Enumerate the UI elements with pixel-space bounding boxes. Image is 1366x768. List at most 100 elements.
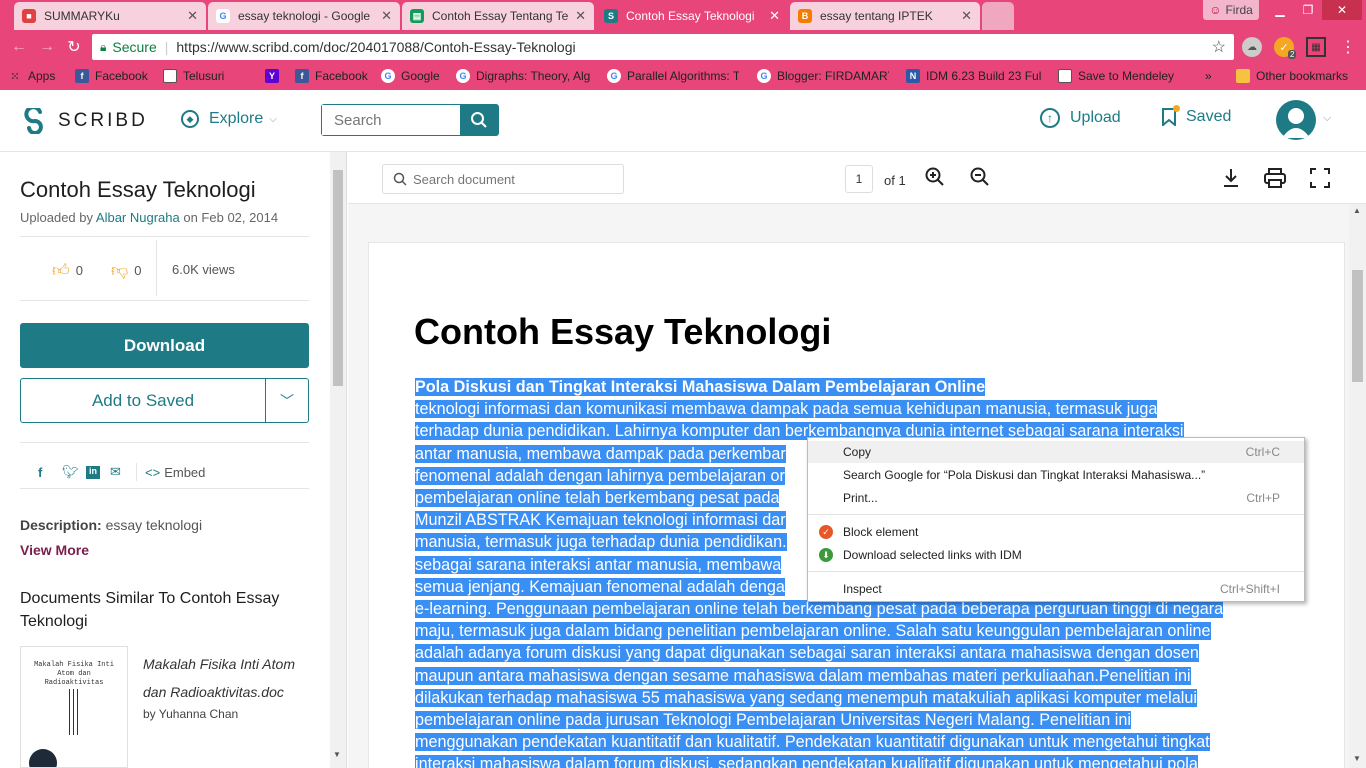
bookmark-digraphs[interactable]: G Digraphs: Theory, Alg [456,69,591,83]
linkedin-icon[interactable]: in [86,465,100,479]
document-search-input[interactable] [413,171,613,187]
download-button[interactable]: Download [20,323,309,368]
scroll-up-arrow-icon[interactable]: ▲ [1353,206,1361,215]
secure-label: Secure [112,39,157,55]
site-search-input[interactable] [322,105,460,135]
context-search-google[interactable]: Search Google for “Pola Diskusi dan Ting… [808,464,1304,486]
viewer-scrollbar[interactable]: ▲ ▼ [1349,204,1366,768]
context-copy[interactable]: Copy Ctrl+C [808,441,1304,463]
forward-button[interactable]: → [36,36,58,58]
minimize-button[interactable]: ▁ [1266,0,1294,20]
close-tab-icon[interactable]: ✕ [769,8,780,24]
saved-button[interactable]: Saved [1162,105,1231,128]
extension-grid-icon[interactable]: ▦ [1306,37,1326,57]
add-to-saved-button[interactable]: Add to Saved [21,379,266,422]
dislike-button[interactable]: 👎︎ 0 [111,260,142,281]
scroll-down-arrow-icon[interactable]: ▼ [333,750,341,759]
divider [20,236,309,237]
twitter-icon[interactable]: 🐦︎ [62,464,79,480]
address-bar[interactable]: 🔒︎ Secure | https://www.scribd.com/doc/2… [92,34,1234,60]
explore-menu[interactable]: ◆ Explore ⌵ [181,110,277,128]
similar-document-title[interactable]: Makalah Fisika Inti Atom dan Radioaktivi… [143,650,313,706]
selected-text: e-learning. Penggunaan pembelajaran onli… [415,600,1224,618]
scrollbar-thumb[interactable] [1352,270,1363,382]
bookmark-star-icon[interactable]: ☆ [1212,37,1226,57]
bookmark-idm[interactable]: N IDM 6.23 Build 23 Ful [906,69,1041,83]
new-tab-button[interactable] [982,2,1014,30]
menu-button[interactable]: ⋮ [1338,36,1358,58]
document-text-line: adalah adanya forum diskusi yang dapat d… [415,642,1199,664]
tab-contoh-essay-tentang[interactable]: ▤ Contoh Essay Tentang Te ✕ [402,2,594,30]
like-button[interactable]: 👍︎ 0 [52,260,83,281]
scribd-icon: S [604,9,618,23]
extension-cloud-icon[interactable]: ☁ [1242,37,1262,57]
bookmark-blogger[interactable]: G Blogger: FIRDAMARY [757,69,889,83]
close-tab-icon[interactable]: ✕ [575,8,586,24]
print-icon [1264,168,1286,188]
selected-text: antar manusia, membawa dampak pada perke… [415,444,786,463]
selected-text: Munzil ABSTRAK Kemajuan teknologi inform… [415,511,786,530]
selected-text: semua jenjang. Kemajuan fenomenal adalah… [415,577,785,596]
selected-text: maju, termasuk juga dalam bidang penelit… [415,622,1211,641]
context-download-idm[interactable]: ⬇ Download selected links with IDM [808,544,1304,566]
scribd-logo[interactable]: SCRIBD [24,108,148,134]
sidebar-scrollbar[interactable]: ▼ [330,152,346,768]
page-number-input[interactable]: 1 [845,165,873,193]
google-icon: G [381,69,395,83]
bookmark-google[interactable]: G Google [381,69,440,83]
embed-button[interactable]: <> Embed [145,465,205,480]
bookmark-facebook[interactable]: f Facebook [75,69,148,83]
context-block-element[interactable]: ✓ Block element [808,521,1304,543]
saved-options-button[interactable]: ﹀ [266,379,308,422]
address-divider: | [164,39,169,55]
more-bookmarks-button[interactable]: » [1205,69,1212,83]
bookmark-facebook-2[interactable]: f Facebook [295,69,368,83]
print-button[interactable] [1263,167,1287,189]
context-separator [808,514,1304,515]
context-print[interactable]: Print... Ctrl+P [808,487,1304,509]
upload-button[interactable]: ↑ Upload [1040,108,1121,128]
zoom-in-button[interactable] [924,166,946,188]
bookmark-yahoo[interactable]: Y [265,69,285,83]
other-bookmarks[interactable]: Other bookmarks [1236,69,1348,83]
bookmark-save-to-mendeley[interactable]: Save to Mendeley [1058,69,1174,83]
scrollbar-thumb[interactable] [333,170,343,386]
profile-icon: ☺ [1209,3,1222,17]
tab-essay-teknologi-google[interactable]: G essay teknologi - Google ✕ [208,2,400,30]
avatar[interactable] [1276,100,1316,140]
facebook-icon: f [295,69,309,83]
chevron-down-icon[interactable]: ⌵ [1323,112,1331,125]
bookmark-parallel-algorithms[interactable]: G Parallel Algorithms: T [607,69,739,83]
uploader-link[interactable]: Albar Nugraha [96,210,180,225]
similar-document-thumbnail[interactable]: Makalah Fisika Inti Atom dan Radioaktivi… [20,646,128,768]
view-more-link[interactable]: View More [20,542,89,558]
download-doc-button[interactable] [1220,167,1242,189]
page-total: of 1 [884,173,906,188]
zoom-out-button[interactable] [969,166,991,188]
scroll-down-arrow-icon[interactable]: ▼ [1353,754,1361,763]
browser-toolbar: ← → ↻ 🔒︎ Secure | https://www.scribd.com… [0,30,1366,64]
blogger-icon: B [798,9,812,23]
tab-contoh-essay-teknologi[interactable]: S Contoh Essay Teknologi ✕ [596,2,788,30]
close-tab-icon[interactable]: ✕ [961,8,972,24]
profile-button[interactable]: ☺ Firda [1203,0,1259,20]
restore-button[interactable]: ❐ [1294,0,1322,20]
fullscreen-button[interactable] [1309,167,1331,189]
reload-button[interactable]: ↻ [63,36,85,58]
bookmark-apps[interactable]: ⁙ Apps [8,69,55,83]
close-tab-icon[interactable]: ✕ [381,8,392,24]
tab-essay-tentang-iptek[interactable]: B essay tentang IPTEK ✕ [790,2,980,30]
context-inspect[interactable]: Inspect Ctrl+Shift+I [808,578,1304,600]
document-text-line: teknologi informasi dan komunikasi memba… [415,398,1158,420]
divider [20,488,309,489]
email-icon[interactable]: ✉ [110,464,126,480]
close-window-button[interactable]: ✕ [1322,0,1362,20]
facebook-icon[interactable]: f [38,465,52,480]
context-menu: Copy Ctrl+C Search Google for “Pola Disk… [807,437,1305,602]
site-search-button[interactable] [460,105,498,135]
thumbnail-text: Makalah Fisika Inti Atom dan Radioaktivi… [34,661,114,687]
back-button[interactable]: ← [8,36,30,58]
bookmark-telusuri[interactable]: Telusuri [163,69,224,83]
tab-summaryku[interactable]: ■ SUMMARYKu ✕ [14,2,206,30]
close-tab-icon[interactable]: ✕ [187,8,198,24]
